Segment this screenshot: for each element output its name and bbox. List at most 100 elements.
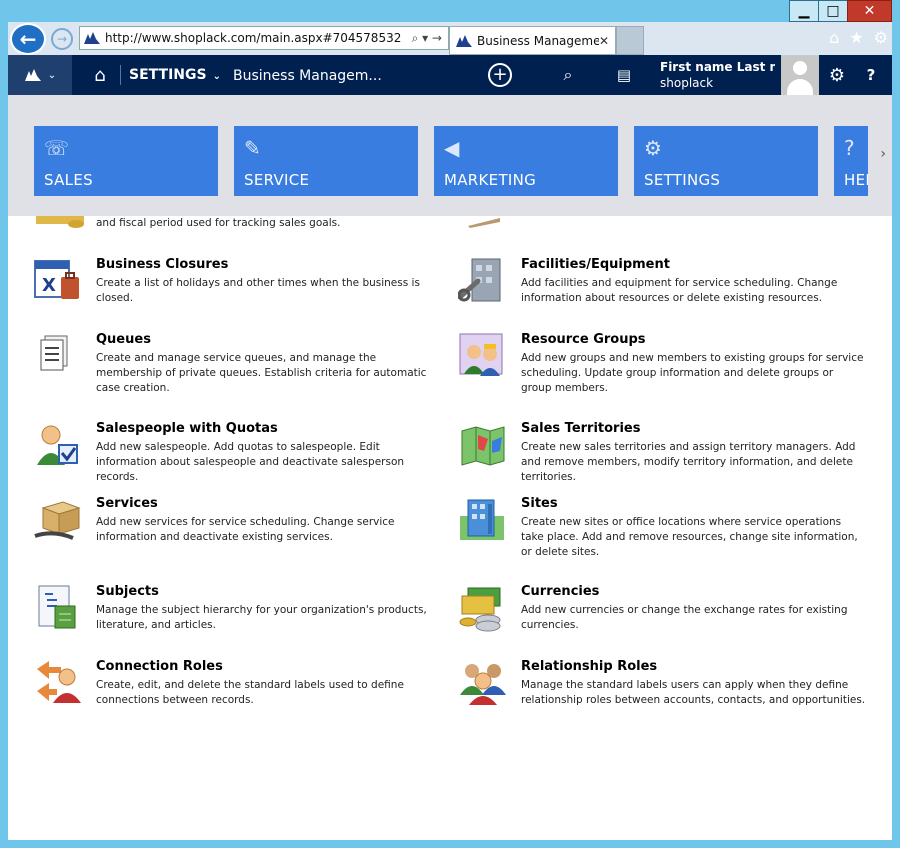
relationship-role-icon <box>460 664 506 705</box>
svg-text:X: X <box>42 275 56 296</box>
item-title[interactable]: Connection Roles <box>96 659 223 674</box>
tile-sales[interactable]: ☏ SALES <box>34 126 218 196</box>
site-building-icon <box>460 499 504 540</box>
chevron-down-icon: ⌄ <box>212 71 221 82</box>
item-desc: Create new sites or office locations whe… <box>521 516 858 558</box>
service-icon: ✎ <box>244 136 261 160</box>
item-title[interactable]: Services <box>96 496 158 511</box>
sales-icon: ☏ <box>44 136 70 160</box>
create-button[interactable]: + <box>486 55 514 95</box>
facilities-icon <box>458 258 501 302</box>
partial-item-desc: and fiscal period used for tracking sale… <box>96 217 341 229</box>
subject-tree-icon <box>38 585 76 629</box>
page-viewport: ⌄ ⌂ SETTINGS ⌄ Business Managem... + ⌕ ▤ … <box>8 55 892 840</box>
user-info[interactable]: First name Last n... shoplack <box>660 60 775 90</box>
item-desc: Add new currencies or change the exchang… <box>521 604 848 631</box>
home-icon[interactable]: ⌂ <box>829 28 839 47</box>
filter-icon: ▤ <box>616 66 632 84</box>
settings-gear-button[interactable]: ⚙ <box>823 55 851 95</box>
home-button[interactable]: ⌂ <box>80 55 120 95</box>
item-desc: Manage the standard labels users can app… <box>521 679 866 706</box>
megaphone-icon: ◀ <box>444 136 460 160</box>
plus-icon: + <box>488 63 512 87</box>
fiscal-year-icon <box>36 216 84 228</box>
tab-title: Business Manageme... <box>477 33 599 48</box>
tile-label: SALES <box>44 171 93 189</box>
url-text[interactable]: http://www.shoplack.com/main.aspx#704578… <box>105 31 412 45</box>
tile-label: SETTINGS <box>644 171 721 189</box>
tile-settings[interactable]: ⚙ SETTINGS <box>634 126 818 196</box>
settings-label: SETTINGS <box>129 67 207 83</box>
currency-icon <box>459 587 501 632</box>
item-title[interactable]: Queues <box>96 332 151 347</box>
item-title[interactable]: Sites <box>521 496 558 511</box>
goal-metrics-icon <box>468 218 500 228</box>
item-desc: Create new sales territories and assign … <box>521 441 856 483</box>
item-desc: Add facilities and equipment for service… <box>521 277 838 304</box>
close-window-button[interactable]: ✕ <box>847 0 892 22</box>
gear-icon: ⚙ <box>828 64 846 86</box>
maximize-button[interactable]: □ <box>818 0 848 22</box>
help-label: ? <box>866 66 876 84</box>
dynamics-logo-icon <box>24 69 41 81</box>
search-button[interactable]: ⌕ <box>556 55 580 95</box>
favorites-star-icon[interactable]: ★ <box>849 28 863 47</box>
item-desc: Add new groups and new members to existi… <box>521 352 864 394</box>
dynamics-logo-icon <box>84 32 100 44</box>
divider <box>120 65 121 85</box>
tile-service[interactable]: ✎ SERVICE <box>234 126 418 196</box>
item-title[interactable]: Salespeople with Quotas <box>96 421 278 436</box>
queue-icon <box>40 335 68 371</box>
address-bar[interactable]: http://www.shoplack.com/main.aspx#704578… <box>79 26 449 50</box>
chevron-right-icon[interactable]: › <box>880 146 886 162</box>
back-button[interactable]: ← <box>10 23 46 55</box>
browser-chrome: ← → http://www.shoplack.com/main.aspx#70… <box>8 22 892 55</box>
arrow-left-icon: ← <box>19 27 37 51</box>
territory-map-icon <box>461 426 505 466</box>
tile-marketing[interactable]: ◀ MARKETING <box>434 126 618 196</box>
avatar-head-icon <box>793 61 807 75</box>
item-title[interactable]: Business Closures <box>96 257 228 272</box>
breadcrumb[interactable]: Business Managem... <box>233 68 382 84</box>
salesperson-quota-icon <box>37 425 78 465</box>
tile-help[interactable]: ? HEL <box>834 126 868 196</box>
tile-label: SERVICE <box>244 171 310 189</box>
window-controls: ▁ □ ✕ <box>789 0 892 22</box>
item-desc: Manage the subject hierarchy for your or… <box>96 604 427 631</box>
item-title[interactable]: Sales Territories <box>521 421 640 436</box>
settings-menu-button[interactable]: SETTINGS ⌄ <box>129 67 221 83</box>
service-box-icon <box>34 501 81 540</box>
avatar-body-icon <box>787 79 813 95</box>
advanced-find-button[interactable]: ▤ <box>612 55 636 95</box>
dynamics-logo-icon <box>456 34 472 47</box>
avatar[interactable] <box>781 55 819 95</box>
item-title[interactable]: Resource Groups <box>521 332 646 347</box>
user-name: First name Last n... <box>660 60 775 74</box>
item-desc: Add new salespeople. Add quotas to sales… <box>96 441 405 483</box>
item-title[interactable]: Relationship Roles <box>521 659 657 674</box>
search-icon: ⌕ <box>563 65 573 84</box>
item-desc: Create, edit, and delete the standard la… <box>96 679 404 706</box>
crm-logo-menu[interactable]: ⌄ <box>8 55 72 95</box>
item-desc: Add new services for service scheduling.… <box>96 516 395 543</box>
chevron-down-icon: ⌄ <box>47 69 57 81</box>
item-desc: Create and manage service queues, and ma… <box>96 352 427 394</box>
gear-icon: ⚙ <box>644 136 662 160</box>
tab-close-icon[interactable]: ✕ <box>599 34 609 48</box>
item-title[interactable]: Currencies <box>521 584 599 599</box>
item-title[interactable]: Subjects <box>96 584 159 599</box>
browser-tab-active[interactable]: Business Manageme... ✕ <box>449 26 616 55</box>
gear-icon[interactable]: ⚙ <box>874 28 888 47</box>
item-title[interactable]: Facilities/Equipment <box>521 257 670 272</box>
home-icon: ⌂ <box>94 64 106 86</box>
area-tile-strip: ☏ SALES ✎ SERVICE ◀ MARKETING ⚙ SETTINGS… <box>8 95 892 216</box>
arrow-right-icon: → <box>56 32 68 46</box>
minimize-button[interactable]: ▁ <box>789 0 819 22</box>
address-controls[interactable]: ⌕ ▾ → <box>412 31 442 46</box>
browser-toolbar-icons: ⌂ ★ ⚙ <box>829 28 888 47</box>
tile-label: MARKETING <box>444 171 537 189</box>
new-tab-button[interactable] <box>616 26 644 55</box>
help-icon: ? <box>844 136 855 160</box>
forward-button[interactable]: → <box>51 28 73 50</box>
help-button[interactable]: ? <box>858 55 884 95</box>
